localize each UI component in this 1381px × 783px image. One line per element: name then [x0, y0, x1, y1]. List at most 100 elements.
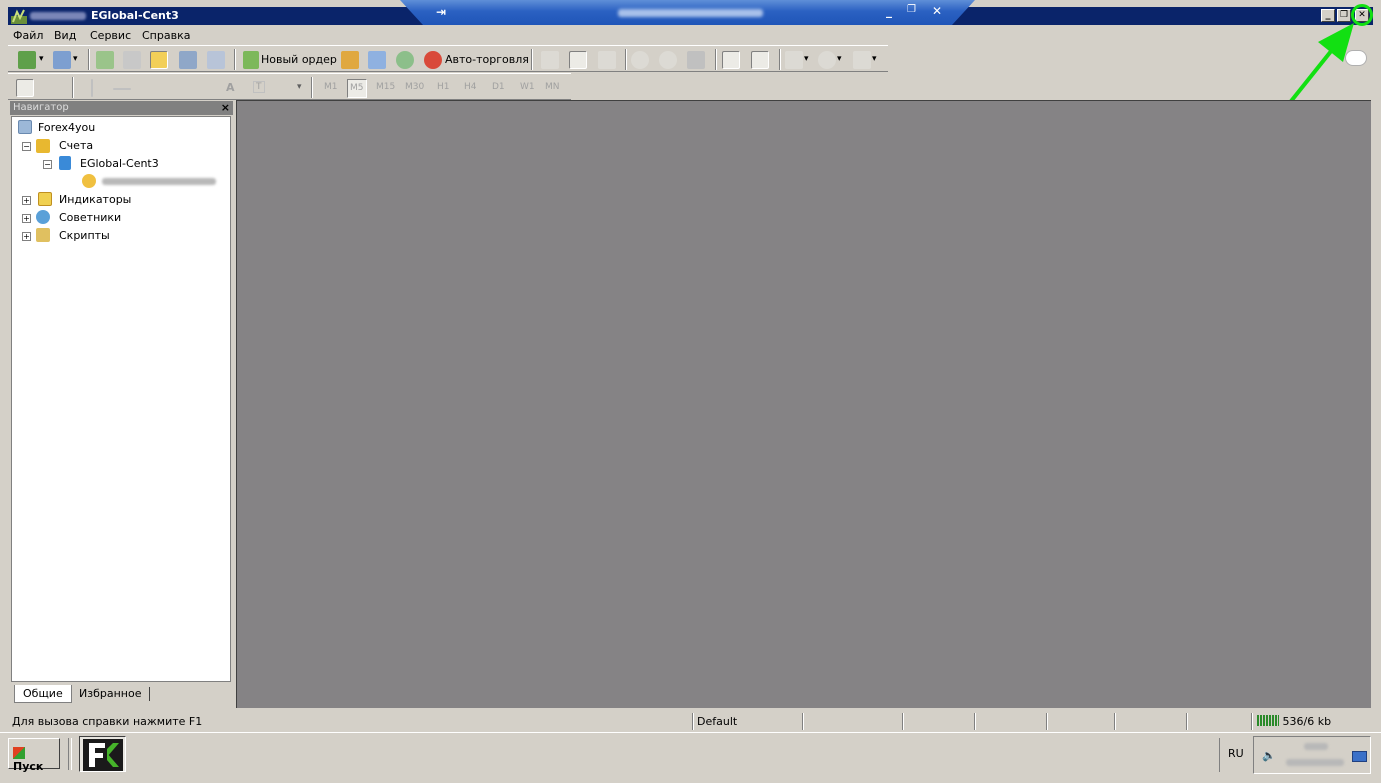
timeframe-h4[interactable]: H4 [464, 82, 477, 92]
trendline-icon[interactable] [141, 79, 159, 97]
signals-icon[interactable] [396, 51, 414, 69]
account-user-icon [82, 174, 96, 188]
periods-dropdown-icon[interactable]: ▾ [837, 54, 842, 64]
teamviewer-banner[interactable]: ⇥ _ ❐ ✕ [400, 0, 975, 25]
timeframe-d1[interactable]: D1 [492, 82, 505, 92]
tab-common[interactable]: Общие [14, 685, 72, 703]
zoom-out-icon[interactable] [659, 51, 677, 69]
tree-item-root[interactable]: Forex4you [38, 121, 95, 134]
bar-chart-icon[interactable] [541, 51, 559, 69]
tree-item-server[interactable]: EGlobal-Cent3 [80, 157, 159, 170]
chat-icon[interactable] [1345, 50, 1367, 66]
metatrader-app-icon [11, 9, 27, 24]
menu-file[interactable]: Файл [13, 29, 43, 42]
templates-icon[interactable] [853, 51, 871, 69]
metaeditor-icon[interactable] [341, 51, 359, 69]
fibonacci-icon[interactable] [195, 79, 213, 97]
indicators-icon [38, 192, 52, 206]
teamviewer-close-button[interactable]: ✕ [932, 4, 942, 18]
teamviewer-restore-button[interactable]: ❐ [907, 4, 916, 15]
line-chart-icon[interactable] [598, 51, 616, 69]
status-connection: 536/6 kb [1251, 713, 1373, 730]
server-icon [59, 156, 71, 170]
toolbar-separator [625, 49, 627, 70]
menu-help[interactable]: Справка [142, 29, 190, 42]
toolbar-separator [234, 49, 236, 70]
tab-favorites[interactable]: Избранное [71, 687, 151, 701]
arrows-dropdown-icon[interactable]: ▾ [297, 82, 302, 92]
indicators-list-icon[interactable] [785, 51, 803, 69]
blurred-account-name [102, 178, 216, 185]
taskbar-metatrader-button[interactable] [79, 736, 126, 772]
tree-item-scripts[interactable]: Скрипты [59, 229, 110, 242]
tree-item-indicators[interactable]: Индикаторы [59, 193, 131, 206]
expand-scripts-icon[interactable]: + [22, 232, 31, 241]
templates-dropdown-icon[interactable]: ▾ [872, 54, 877, 64]
text-label-tool-icon[interactable]: T [253, 81, 265, 93]
timeframe-mn[interactable]: MN [545, 82, 560, 92]
timeframe-m1[interactable]: M1 [324, 82, 338, 92]
data-window-icon[interactable] [123, 51, 141, 69]
periods-icon[interactable] [818, 51, 836, 69]
timeframe-m15[interactable]: M15 [376, 82, 395, 92]
tree-item-accounts[interactable]: Счета [59, 139, 93, 152]
timeframe-m30[interactable]: M30 [405, 82, 424, 92]
blurred-account-number [30, 12, 86, 20]
chart-shift-icon[interactable] [751, 51, 769, 69]
timeframe-m5[interactable]: M5 [347, 79, 367, 98]
arrows-tool-icon[interactable] [279, 79, 297, 97]
connection-bars-icon [1257, 715, 1279, 726]
navigator-panel: Навигатор × Forex4you − Счета − EGlobal-… [10, 100, 233, 708]
toolbar-separator [715, 49, 717, 70]
candlestick-icon[interactable] [569, 51, 587, 69]
standard-toolbar: ▾ ▾ Новый ордер Авто-торговля ▾ ▾ ▾ [8, 45, 888, 72]
indicators-dropdown-icon[interactable]: ▾ [804, 54, 809, 64]
timeframe-w1[interactable]: W1 [520, 82, 535, 92]
expand-indicators-icon[interactable]: + [22, 196, 31, 205]
tile-windows-icon[interactable] [687, 51, 705, 69]
expand-experts-icon[interactable]: + [22, 214, 31, 223]
zoom-in-icon[interactable] [631, 51, 649, 69]
blurred-clock-date [1286, 759, 1344, 766]
auto-scroll-icon[interactable] [722, 51, 740, 69]
collapse-server-icon[interactable]: − [43, 160, 52, 169]
chart-workspace[interactable] [236, 100, 1371, 708]
autotrading-icon[interactable] [424, 51, 442, 69]
toolbar-separator [779, 49, 781, 70]
status-cell [1046, 713, 1114, 730]
teamviewer-minimize-button[interactable]: _ [886, 4, 892, 18]
tree-item-experts[interactable]: Советники [59, 211, 121, 224]
taskbar-separator [68, 738, 72, 770]
profiles-dropdown-icon[interactable]: ▾ [73, 54, 78, 64]
menu-view[interactable]: Вид [54, 29, 76, 42]
start-button[interactable]: Пуск [8, 738, 60, 773]
profiles-icon[interactable] [53, 51, 71, 69]
strategy-tester-icon[interactable] [207, 51, 225, 69]
cursor-icon[interactable] [16, 79, 34, 97]
windows-taskbar: Пуск RU 🔈 [0, 732, 1381, 783]
autotrading-button[interactable]: Авто-торговля [445, 53, 529, 66]
equidistant-channel-icon[interactable] [168, 79, 186, 97]
navigator-icon[interactable] [150, 51, 168, 69]
terminal-icon[interactable] [179, 51, 197, 69]
volume-icon[interactable]: 🔈 [1262, 749, 1276, 762]
new-order-button[interactable]: Новый ордер [261, 53, 337, 66]
horizontal-line-icon[interactable] [113, 88, 131, 90]
vertical-line-icon[interactable] [91, 79, 93, 97]
market-watch-icon[interactable] [96, 51, 114, 69]
experts-icon [36, 210, 50, 224]
collapse-accounts-icon[interactable]: − [22, 142, 31, 151]
text-tool-icon[interactable]: A [226, 81, 235, 94]
network-icon[interactable] [1352, 751, 1367, 762]
timeframe-h1[interactable]: H1 [437, 82, 450, 92]
language-indicator[interactable]: RU [1219, 738, 1249, 772]
crosshair-icon[interactable] [45, 79, 63, 97]
community-icon[interactable] [368, 51, 386, 69]
menu-tools[interactable]: Сервис [90, 29, 131, 42]
new-order-icon[interactable] [243, 51, 259, 69]
status-traffic: 536/6 kb [1282, 715, 1332, 728]
new-chart-dropdown-icon[interactable]: ▾ [39, 54, 44, 64]
new-chart-icon[interactable] [18, 51, 36, 69]
navigator-close-button[interactable]: × [221, 101, 230, 115]
teamviewer-pin-icon[interactable]: ⇥ [436, 5, 446, 19]
